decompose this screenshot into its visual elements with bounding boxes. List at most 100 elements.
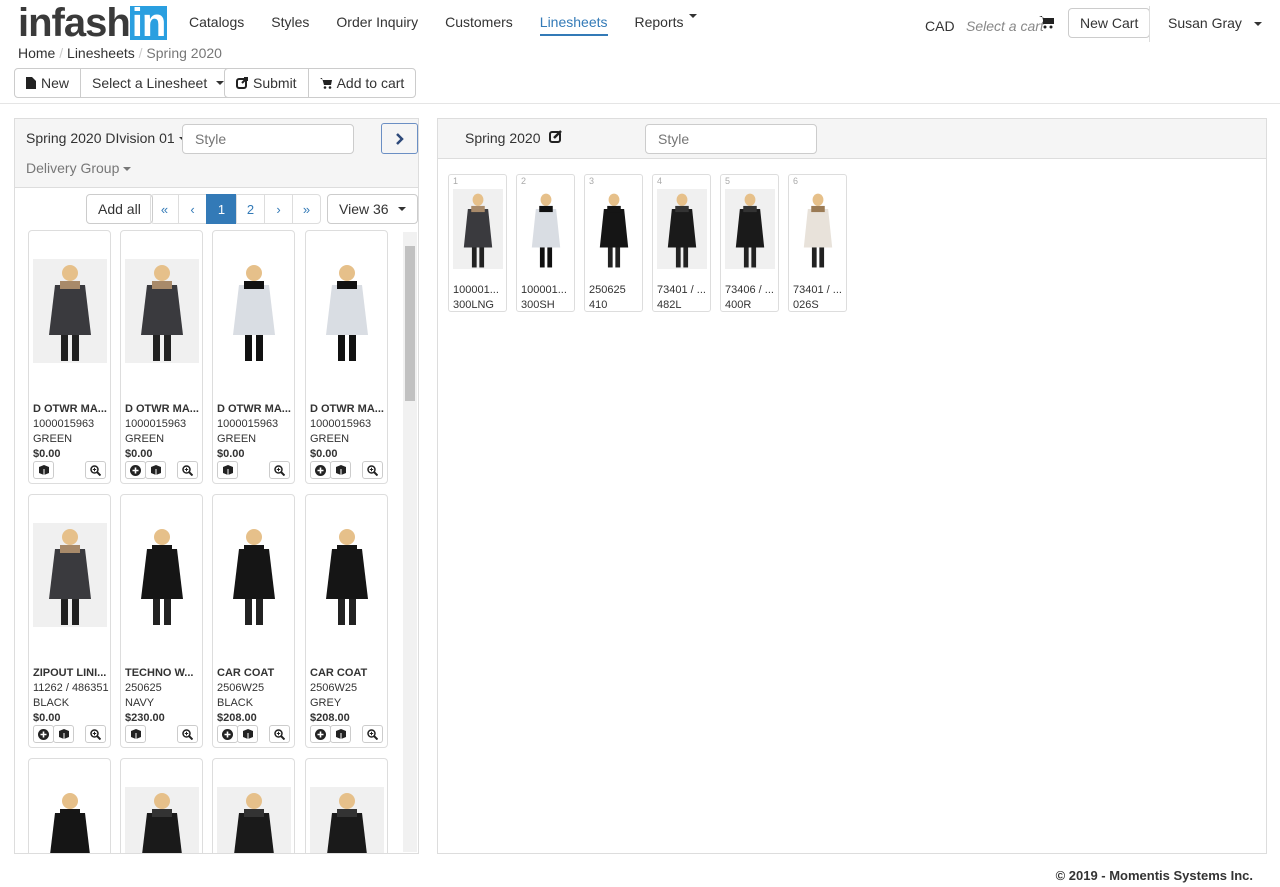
division-dropdown[interactable]: Spring 2020 DIvision 01 bbox=[26, 130, 187, 146]
product-style: 1000015963 bbox=[125, 418, 187, 430]
item-image[interactable] bbox=[521, 189, 571, 269]
product-card[interactable]: D OTWR MA... 1000015963 GREEN $0.00 bbox=[212, 230, 295, 484]
item-image[interactable] bbox=[793, 189, 843, 269]
product-card[interactable] bbox=[28, 758, 111, 887]
plus-circle-icon bbox=[222, 728, 233, 740]
zoom-button[interactable] bbox=[362, 461, 383, 479]
zoom-button[interactable] bbox=[85, 461, 106, 479]
zoom-in-icon bbox=[182, 464, 193, 476]
product-image[interactable] bbox=[125, 259, 199, 363]
product-card[interactable]: CAR COAT 2506W25 BLACK $208.00 bbox=[212, 494, 295, 748]
zoom-in-icon bbox=[367, 464, 378, 476]
linesheet-item[interactable]: 2 100001... 300SH bbox=[516, 174, 575, 312]
product-card[interactable] bbox=[212, 758, 295, 887]
zoom-button[interactable] bbox=[177, 461, 198, 479]
product-card[interactable]: D OTWR MA... 1000015963 GREEN $0.00 bbox=[28, 230, 111, 484]
view-count-dropdown[interactable]: View 36 bbox=[327, 194, 418, 224]
cart-selector[interactable]: Select a cart bbox=[966, 18, 1044, 34]
item-image[interactable] bbox=[725, 189, 775, 269]
details-button[interactable] bbox=[145, 461, 166, 479]
product-image[interactable] bbox=[33, 259, 107, 363]
product-image[interactable] bbox=[33, 523, 107, 627]
scrollbar-thumb[interactable] bbox=[405, 246, 415, 401]
cart-icon[interactable] bbox=[1039, 14, 1055, 30]
product-card[interactable]: TECHNO W... 250625 NAVY $230.00 bbox=[120, 494, 203, 748]
nav-reports[interactable]: Reports bbox=[635, 14, 684, 36]
scrollbar[interactable] bbox=[403, 232, 417, 852]
details-button[interactable] bbox=[330, 725, 351, 743]
product-card[interactable] bbox=[305, 758, 388, 887]
linesheet-item[interactable]: 4 73401 / ... 482L bbox=[652, 174, 711, 312]
add-button[interactable] bbox=[310, 725, 331, 743]
product-image[interactable] bbox=[33, 787, 107, 887]
add-all-button[interactable]: Add all bbox=[86, 194, 153, 224]
delivery-group-dropdown[interactable]: Delivery Group bbox=[26, 160, 132, 176]
details-button[interactable] bbox=[330, 461, 351, 479]
linesheet-style-input[interactable] bbox=[645, 124, 817, 154]
details-button[interactable] bbox=[53, 725, 74, 743]
add-button[interactable] bbox=[33, 725, 54, 743]
product-image[interactable] bbox=[217, 787, 291, 887]
zoom-button[interactable] bbox=[177, 725, 198, 743]
page-link[interactable]: 2 bbox=[236, 194, 265, 224]
page-link[interactable]: « bbox=[150, 194, 179, 224]
user-menu[interactable]: Susan Gray bbox=[1168, 15, 1262, 31]
linesheet-item[interactable]: 5 73406 / ... 400R bbox=[720, 174, 779, 312]
zoom-button[interactable] bbox=[269, 725, 290, 743]
submit-button[interactable]: Submit bbox=[224, 68, 309, 98]
edit-icon[interactable] bbox=[549, 130, 563, 144]
linesheet-item[interactable]: 3 250625 410 bbox=[584, 174, 643, 312]
page-link[interactable]: › bbox=[264, 194, 293, 224]
product-image[interactable] bbox=[125, 787, 199, 887]
page-link[interactable]: 1 bbox=[206, 194, 237, 224]
zoom-button[interactable] bbox=[362, 725, 383, 743]
item-style: 100001... bbox=[521, 284, 567, 296]
item-image[interactable] bbox=[657, 189, 707, 269]
item-style: 100001... bbox=[453, 284, 499, 296]
details-button[interactable] bbox=[125, 725, 146, 743]
item-image[interactable] bbox=[589, 189, 639, 269]
new-cart-button[interactable]: New Cart bbox=[1068, 8, 1151, 38]
item-image[interactable] bbox=[453, 189, 503, 269]
style-search-input[interactable] bbox=[182, 124, 354, 154]
footer-copyright: © 2019 - Momentis Systems Inc. bbox=[1055, 868, 1253, 883]
product-image[interactable] bbox=[217, 523, 291, 627]
linesheet-item[interactable]: 1 100001... 300LNG bbox=[448, 174, 507, 312]
nav-linesheets[interactable]: Linesheets bbox=[539, 14, 608, 36]
breadcrumb-linesheets[interactable]: Linesheets bbox=[67, 45, 135, 61]
details-button[interactable] bbox=[237, 725, 258, 743]
add-button[interactable] bbox=[217, 725, 238, 743]
add-button[interactable] bbox=[310, 461, 331, 479]
product-card[interactable] bbox=[120, 758, 203, 887]
nav-catalogs[interactable]: Catalogs bbox=[189, 14, 244, 36]
linesheet-item[interactable]: 6 73401 / ... 026S bbox=[788, 174, 847, 312]
product-image[interactable] bbox=[310, 787, 384, 887]
zoom-button[interactable] bbox=[269, 461, 290, 479]
expand-button[interactable] bbox=[381, 123, 418, 154]
product-card[interactable]: ZIPOUT LINI... 11262 / 486351 BLACK $0.00 bbox=[28, 494, 111, 748]
nav-styles[interactable]: Styles bbox=[271, 14, 309, 36]
product-image[interactable] bbox=[310, 259, 384, 363]
details-button[interactable] bbox=[33, 461, 54, 479]
page-link[interactable]: » bbox=[292, 194, 321, 224]
product-color: GREEN bbox=[217, 433, 257, 445]
zoom-button[interactable] bbox=[85, 725, 106, 743]
add-button[interactable] bbox=[125, 461, 146, 479]
nav-customers[interactable]: Customers bbox=[445, 14, 513, 36]
product-image[interactable] bbox=[217, 259, 291, 363]
logo[interactable]: infashin bbox=[18, 3, 168, 43]
breadcrumb-home[interactable]: Home bbox=[18, 45, 55, 61]
product-image[interactable] bbox=[125, 523, 199, 627]
product-card[interactable]: D OTWR MA... 1000015963 GREEN $0.00 bbox=[120, 230, 203, 484]
product-style: 11262 / 486351 bbox=[33, 682, 109, 694]
new-button[interactable]: New bbox=[14, 68, 82, 98]
select-linesheet-dropdown[interactable]: Select a Linesheet bbox=[80, 68, 237, 98]
details-button[interactable] bbox=[217, 461, 238, 479]
add-to-cart-button[interactable]: Add to cart bbox=[307, 68, 417, 98]
nav-order-inquiry[interactable]: Order Inquiry bbox=[336, 14, 418, 36]
page-link[interactable]: ‹ bbox=[178, 194, 207, 224]
product-image[interactable] bbox=[310, 523, 384, 627]
product-card[interactable]: D OTWR MA... 1000015963 GREEN $0.00 bbox=[305, 230, 388, 484]
product-card[interactable]: CAR COAT 2506W25 GREY $208.00 bbox=[305, 494, 388, 748]
item-style: 73406 / ... bbox=[725, 284, 774, 296]
